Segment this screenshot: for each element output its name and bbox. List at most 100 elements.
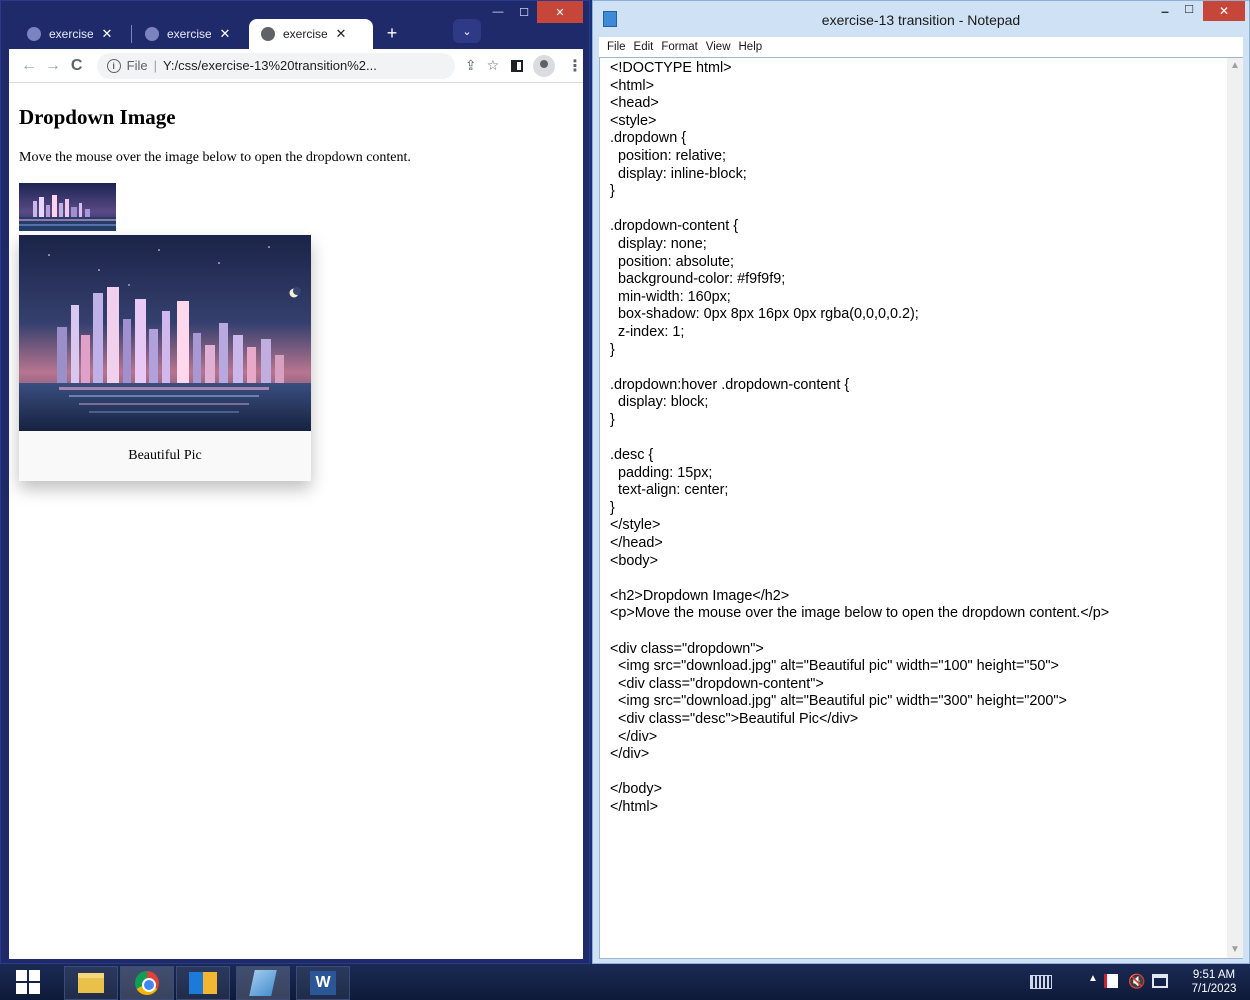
tab-search-button[interactable]: ⌄ bbox=[453, 19, 481, 43]
tab-divider bbox=[131, 25, 132, 43]
maximize-button[interactable]: ☐ bbox=[1177, 3, 1201, 23]
bookmark-star-icon[interactable]: ☆ bbox=[487, 57, 500, 74]
window-title: exercise-13 transition - Notepad bbox=[821, 12, 1021, 28]
tab-exercise-active[interactable]: exercise-1 ✕ bbox=[249, 19, 373, 49]
scroll-up-arrow-icon[interactable]: ▲ bbox=[1227, 58, 1243, 74]
code-line: <body> bbox=[610, 552, 659, 569]
code-line: <style> bbox=[610, 112, 657, 129]
tab-exercise-1[interactable]: exercise-1 ✕ bbox=[17, 19, 127, 49]
code-line: <img src="download.jpg" alt="Beautiful p… bbox=[610, 658, 1059, 675]
url-scheme: File bbox=[126, 58, 148, 73]
menu-help[interactable]: Help bbox=[739, 41, 763, 53]
profile-avatar-icon[interactable] bbox=[533, 54, 555, 77]
show-hidden-icons-icon[interactable]: ▲ bbox=[1088, 973, 1098, 984]
keyboard-icon[interactable] bbox=[1030, 975, 1052, 989]
globe-icon bbox=[261, 27, 275, 41]
menu-view[interactable]: View bbox=[706, 41, 731, 53]
side-panel-icon[interactable] bbox=[511, 59, 524, 72]
menu-file[interactable]: File bbox=[607, 41, 626, 53]
menu-bar: File Edit Format View Help bbox=[599, 37, 1243, 57]
image-caption: Beautiful Pic bbox=[128, 448, 202, 463]
code-line: padding: 15px; bbox=[610, 464, 713, 481]
back-arrow-icon[interactable]: ← bbox=[17, 57, 41, 75]
tab-exercise-2[interactable]: exercise-1 ✕ bbox=[135, 19, 245, 49]
code-line: </body> bbox=[610, 781, 663, 798]
new-tab-button[interactable]: + bbox=[381, 23, 403, 44]
code-line: display: inline-block; bbox=[610, 165, 747, 182]
chrome-icon bbox=[135, 971, 159, 995]
url-text: Y:/css/exercise-13%20transition%2... bbox=[162, 58, 377, 73]
code-line: </html> bbox=[610, 798, 658, 815]
vertical-scrollbar[interactable]: ▲ ▼ bbox=[1227, 58, 1243, 958]
tab-title: exercise-1 bbox=[49, 27, 93, 41]
code-line: .dropdown:hover .dropdown-content { bbox=[610, 376, 850, 393]
notepad-window: exercise-13 transition - Notepad – ☐ ✕ F… bbox=[592, 0, 1250, 964]
code-text[interactable]: <!DOCTYPE html> <html> <head> <style> .dropd… bbox=[610, 60, 1224, 817]
close-icon[interactable]: ✕ bbox=[217, 26, 233, 42]
tab-title: exercise-1 bbox=[167, 27, 211, 41]
scroll-down-arrow-icon[interactable]: ▼ bbox=[1227, 942, 1243, 958]
globe-icon bbox=[145, 27, 159, 41]
clock-time: 9:51 AM bbox=[1192, 969, 1236, 981]
close-window-button[interactable]: ✕ bbox=[1203, 1, 1245, 21]
code-line: <img src="download.jpg" alt="Beautiful p… bbox=[610, 693, 1067, 710]
page-heading: Dropdown Image bbox=[19, 105, 176, 129]
code-line: </head> bbox=[610, 535, 663, 552]
code-line: } bbox=[610, 499, 615, 516]
code-line: <div class="dropdown"> bbox=[610, 640, 764, 657]
globe-icon bbox=[27, 27, 41, 41]
code-line: } bbox=[610, 411, 615, 428]
code-line: </div> bbox=[610, 746, 650, 763]
maximize-button[interactable]: ☐ bbox=[511, 1, 537, 23]
code-line: } bbox=[610, 341, 615, 358]
taskbar-file-manager-button[interactable] bbox=[176, 966, 230, 1000]
tab-title: exercise-1 bbox=[283, 27, 327, 41]
text-editor[interactable]: <!DOCTYPE html> <html> <head> <style> .dropd… bbox=[599, 57, 1243, 959]
network-icon[interactable] bbox=[1152, 974, 1168, 988]
minimize-button[interactable]: – bbox=[1153, 3, 1177, 23]
speaker-muted-icon[interactable]: 🔇 bbox=[1128, 973, 1145, 990]
url-divider: | bbox=[153, 58, 157, 73]
taskbar-word-button[interactable]: W bbox=[296, 966, 350, 1000]
clock-date: 7/1/2023 bbox=[1191, 983, 1237, 995]
code-line: <!DOCTYPE html> bbox=[610, 60, 732, 76]
share-icon[interactable]: ⇪ bbox=[465, 57, 477, 74]
dropdown-content: Beautiful Pic bbox=[19, 235, 311, 481]
forward-arrow-icon[interactable]: → bbox=[41, 57, 65, 75]
browser-toolbar: ← → C i File | Y:/css/exercise-13%20tran… bbox=[9, 49, 583, 83]
page-viewport: Dropdown Image Move the mouse over the i… bbox=[9, 83, 583, 959]
taskbar-notepad-button[interactable] bbox=[236, 966, 290, 1000]
notepad-titlebar: exercise-13 transition - Notepad – ☐ ✕ bbox=[593, 1, 1249, 37]
code-line: <h2>Dropdown Image</h2> bbox=[610, 587, 790, 604]
info-icon[interactable]: i bbox=[106, 58, 121, 73]
minimize-button[interactable]: — bbox=[485, 1, 511, 23]
system-clock[interactable]: 9:51 AM 7/1/2023 bbox=[1182, 968, 1246, 996]
code-line: box-shadow: 0px 8px 16px 0px rgba(0,0,0,… bbox=[610, 306, 919, 323]
code-line: min-width: 160px; bbox=[610, 288, 731, 305]
windows-start-icon[interactable] bbox=[16, 970, 40, 994]
kebab-menu-icon[interactable]: ⋮ bbox=[567, 56, 583, 76]
taskbar-explorer-button[interactable] bbox=[64, 966, 118, 1000]
menu-format[interactable]: Format bbox=[661, 41, 697, 53]
taskbar-chrome-button[interactable] bbox=[120, 966, 174, 1000]
page-paragraph: Move the mouse over the image below to o… bbox=[19, 150, 411, 165]
code-line: display: block; bbox=[610, 394, 709, 411]
code-line: .dropdown-content { bbox=[610, 218, 739, 235]
close-icon[interactable]: ✕ bbox=[333, 26, 349, 42]
close-window-button[interactable]: ✕ bbox=[537, 1, 583, 23]
notepad-icon bbox=[249, 970, 277, 996]
city-skyline-image bbox=[19, 235, 311, 431]
code-line: } bbox=[610, 183, 615, 200]
close-icon[interactable]: ✕ bbox=[99, 26, 115, 42]
code-line: <div class="dropdown-content"> bbox=[610, 675, 824, 692]
address-bar[interactable]: i File | Y:/css/exercise-13%20transition… bbox=[96, 52, 455, 79]
reload-icon[interactable]: C bbox=[65, 57, 89, 75]
dropdown-thumbnail-image[interactable] bbox=[19, 183, 116, 231]
action-center-flag-icon[interactable] bbox=[1104, 974, 1118, 988]
code-line: display: none; bbox=[610, 235, 707, 252]
menu-edit[interactable]: Edit bbox=[634, 41, 654, 53]
